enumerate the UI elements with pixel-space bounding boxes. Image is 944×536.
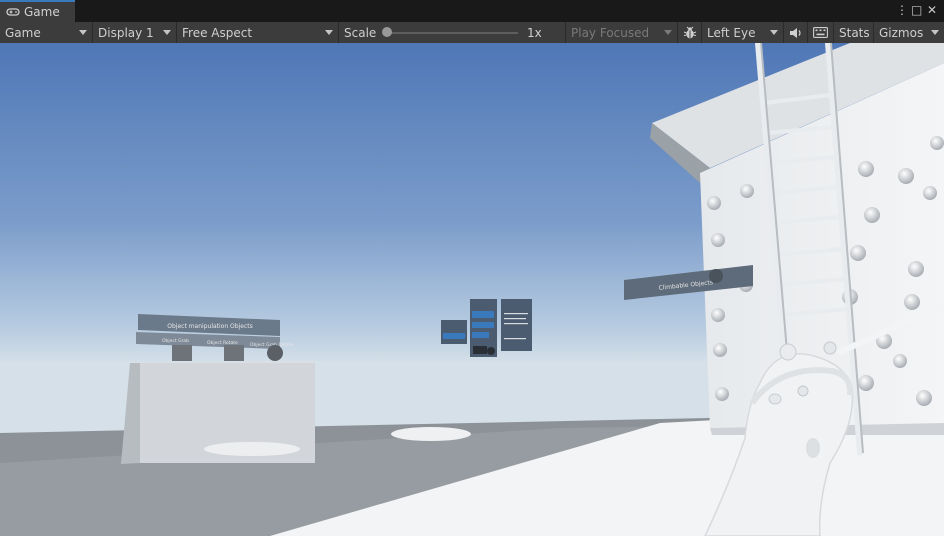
chevron-down-icon bbox=[931, 30, 939, 35]
floating-panel-text-lines bbox=[504, 338, 526, 340]
maximize-icon[interactable]: □ bbox=[911, 3, 922, 17]
eye-label: Left Eye bbox=[707, 25, 756, 40]
floating-panel-text-lines bbox=[504, 318, 526, 320]
floor-disc-center bbox=[391, 427, 471, 441]
table-label-grab: Object Grab bbox=[162, 338, 189, 344]
floating-panel-small bbox=[441, 320, 467, 344]
controller-grip-detail bbox=[768, 393, 782, 405]
gizmos-dropdown[interactable]: Gizmos bbox=[874, 22, 944, 43]
speaker-icon bbox=[790, 27, 801, 38]
stats-button[interactable]: Stats bbox=[834, 22, 874, 43]
display-label: Display 1 bbox=[98, 25, 154, 40]
view-mode-dropdown[interactable]: Game bbox=[0, 22, 93, 43]
floating-panel-small-button bbox=[443, 333, 465, 339]
gizmos-label: Gizmos bbox=[879, 25, 924, 40]
keyboard-icon bbox=[813, 27, 828, 38]
floating-sign-knob bbox=[709, 269, 723, 283]
rotate-cube bbox=[224, 345, 244, 361]
floating-panel-tall-button bbox=[472, 311, 494, 318]
chevron-down-icon bbox=[79, 30, 87, 35]
gamepad-icon bbox=[6, 8, 20, 16]
scale-slider-track[interactable] bbox=[386, 32, 518, 34]
bug-icon bbox=[683, 26, 697, 38]
game-viewport[interactable]: Object manipulation Objects Object Grab … bbox=[0, 43, 944, 536]
floor-disc-left bbox=[204, 442, 300, 456]
floating-panel-tall-button bbox=[473, 346, 487, 354]
controller-trigger bbox=[806, 438, 820, 458]
controller-button-a bbox=[797, 385, 809, 397]
close-icon[interactable]: ✕ bbox=[927, 3, 937, 17]
scale-slider-handle[interactable] bbox=[382, 27, 392, 37]
chevron-down-icon bbox=[770, 30, 778, 35]
scale-label: Scale bbox=[344, 25, 377, 40]
tab-bar: Game ⋮ □ ✕ bbox=[0, 0, 944, 22]
eye-dropdown[interactable]: Left Eye bbox=[702, 22, 784, 43]
grab-rotate-sphere bbox=[267, 345, 283, 361]
display-dropdown[interactable]: Display 1 bbox=[93, 22, 177, 43]
keyboard-button[interactable] bbox=[808, 22, 834, 43]
more-options-icon[interactable]: ⋮ bbox=[896, 3, 908, 17]
controller-thumbstick bbox=[779, 343, 797, 361]
floating-panel-text-lines bbox=[504, 313, 528, 315]
floating-panel-tall-button bbox=[472, 322, 494, 328]
chevron-down-icon bbox=[163, 30, 171, 35]
debug-button[interactable] bbox=[678, 22, 702, 43]
floating-panel-tall-button bbox=[472, 332, 489, 338]
view-mode-label: Game bbox=[5, 25, 41, 40]
chevron-down-icon bbox=[664, 30, 672, 35]
chevron-down-icon bbox=[325, 30, 333, 35]
play-focused-dropdown[interactable]: Play Focused bbox=[566, 22, 678, 43]
grab-cube bbox=[172, 345, 192, 361]
tab-title: Game bbox=[24, 5, 60, 19]
scale-value: 1x bbox=[522, 22, 566, 43]
controller-button-b bbox=[823, 341, 837, 355]
table-panel-title: Object manipulation Objects bbox=[167, 323, 252, 330]
floating-panel-knob bbox=[487, 347, 495, 355]
floating-panel-text-lines bbox=[504, 323, 528, 325]
floating-panel-text bbox=[501, 299, 532, 351]
aspect-label: Free Aspect bbox=[182, 25, 253, 40]
audio-toggle[interactable] bbox=[784, 22, 808, 43]
aspect-dropdown[interactable]: Free Aspect bbox=[177, 22, 339, 43]
play-focused-label: Play Focused bbox=[571, 25, 650, 40]
tab-game[interactable]: Game bbox=[0, 0, 75, 22]
